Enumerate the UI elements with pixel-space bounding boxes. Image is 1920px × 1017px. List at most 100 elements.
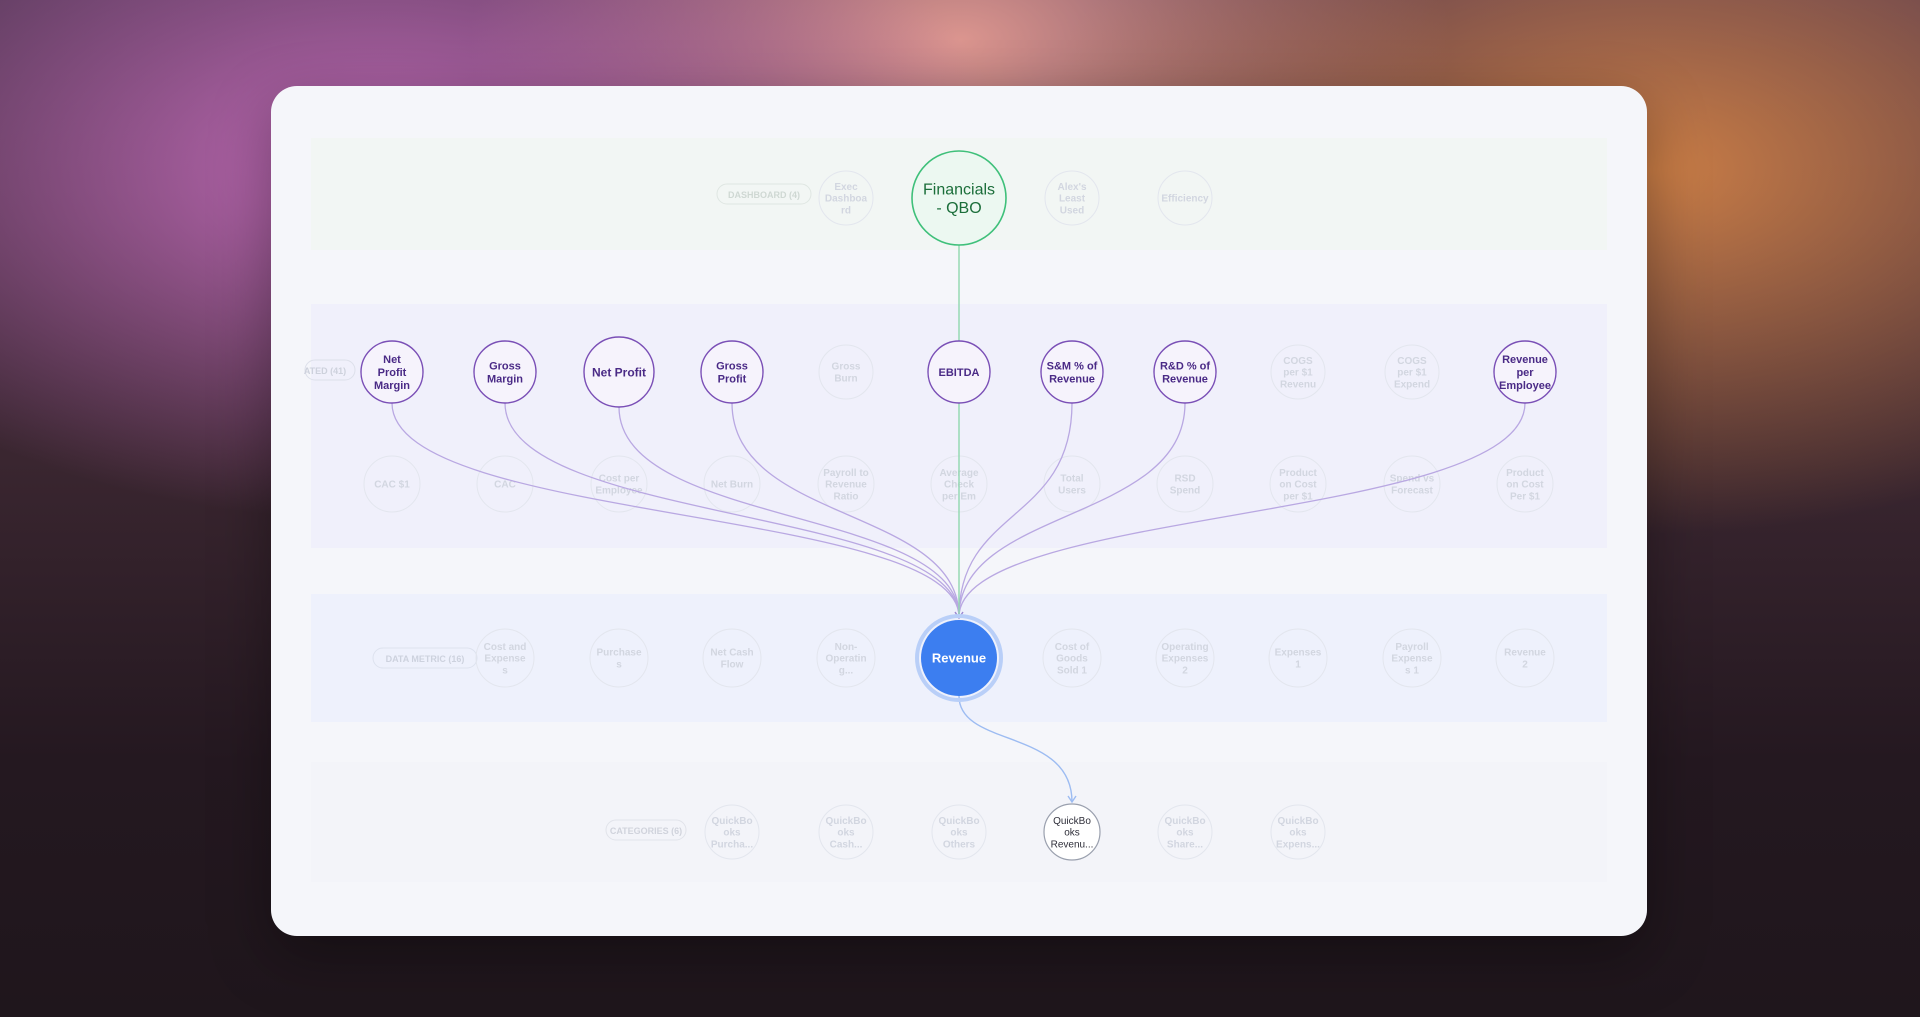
faded-node-label-line: per $1 (1283, 368, 1313, 379)
metric-node-label-line: per (1516, 367, 1534, 379)
data-node-quickbooks-revenue[interactable]: QuickBooksRevenu... (1043, 803, 1101, 861)
metric-node-s-m-of-revenue[interactable]: S&M % ofRevenue (1040, 340, 1104, 404)
layer-pill-categories-text: CATEGORIES (6) (610, 826, 682, 836)
faded-node-label-line: Non- (835, 642, 858, 653)
layer-pill-data-metric-text: DATA METRIC (16) (386, 654, 465, 664)
metric-node-label-line: S&M % of (1047, 360, 1098, 372)
faded-node-label-line: Operating (1161, 642, 1208, 653)
metric-node-label-line: EBITDA (939, 367, 980, 379)
faded-node-label-line: Product (1279, 468, 1317, 479)
faded-node-label-line: s 1 (1405, 665, 1419, 676)
faded-node-label-line: Revenu (1280, 379, 1316, 390)
faded-node-label-line: QuickBo (1164, 816, 1205, 827)
faded-node-label-line: Exec (834, 182, 858, 193)
faded-node-label-line: Alex's (1057, 182, 1087, 193)
faded-node-label-line: Others (943, 839, 976, 850)
faded-node-label-line: Revenue (1504, 648, 1546, 659)
faded-node-label-line: Least (1059, 194, 1086, 205)
faded-node-label-line: Forecast (1391, 486, 1433, 497)
faded-node-label-line: Cost of (1055, 642, 1090, 653)
faded-node-label-line: on Cost (1279, 480, 1317, 491)
metric-node-label-line: Margin (487, 373, 523, 385)
data-node-label-line: QuickBo (1053, 816, 1091, 827)
metric-node-label-line: R&D % of (1160, 360, 1210, 372)
metric-node-label-line: Revenue (1049, 373, 1095, 385)
source-node-label-line: Financials (923, 181, 995, 198)
faded-node-label-line: Spend (1170, 486, 1201, 497)
center-node-revenue[interactable]: Revenue (915, 614, 1003, 702)
faded-node-label-line: 2 (1182, 665, 1188, 676)
faded-node-label-line: Total (1060, 474, 1083, 485)
faded-node-label-line: COGS (1283, 356, 1313, 367)
faded-node-label-line: Sold 1 (1057, 665, 1087, 676)
faded-node-label-line: Payroll to (823, 468, 869, 479)
metric-node-gross-margin[interactable]: GrossMargin (473, 340, 537, 404)
metric-node-gross-profit[interactable]: GrossProfit (700, 340, 764, 404)
faded-node-label-line: Purchase (596, 648, 641, 659)
faded-node-label-line: Expense (484, 654, 526, 665)
faded-node-label-line: Per $1 (1510, 491, 1540, 502)
faded-node-label-line: Gross (832, 362, 861, 373)
faded-node-label-line: Purcha... (711, 839, 753, 850)
data-node-label-line: oks (1064, 828, 1080, 839)
metric-node-label-line: Margin (374, 380, 410, 392)
faded-node-label-line: 1 (1295, 660, 1301, 671)
faded-node-label-line: oks (723, 828, 741, 839)
faded-node-label-line: per $1 (1283, 491, 1313, 502)
faded-node-label-line: Operatin (825, 654, 866, 665)
data-node-label-line: Revenu... (1051, 839, 1094, 850)
lineage-canvas[interactable]: DASHBOARD (4) ATED (41) DATA METRIC (16)… (271, 86, 1647, 936)
faded-node-label-line: oks (837, 828, 855, 839)
metric-node-r-d-of-revenue[interactable]: R&D % ofRevenue (1153, 340, 1217, 404)
metric-node-label-line: Revenue (1502, 354, 1548, 366)
faded-node-label-line: per $1 (1397, 368, 1427, 379)
faded-node-label-line: on Cost (1506, 480, 1544, 491)
faded-node-label-line: RSD (1174, 474, 1195, 485)
center-node-label-line: Revenue (932, 651, 986, 666)
metric-node-net-profit[interactable]: Net Profit (583, 336, 655, 408)
faded-node-label-line: Burn (834, 374, 857, 385)
faded-node-label-line: QuickBo (1277, 816, 1318, 827)
faded-node-label-line: Cash... (830, 839, 863, 850)
faded-node-label-line: Payroll (1395, 642, 1429, 653)
faded-node-label-line: Expend (1394, 379, 1430, 390)
lineage-diagram: DASHBOARD (4) ATED (41) DATA METRIC (16)… (304, 138, 1607, 882)
faded-node-label-line: s (502, 665, 508, 676)
metric-node-label-line: Gross (716, 360, 748, 372)
faded-node-label-line: Cost and (484, 642, 527, 653)
faded-node-label-line: oks (1289, 828, 1307, 839)
faded-node-label-line: Share... (1167, 839, 1203, 850)
faded-node-label-line: COGS (1397, 356, 1427, 367)
metric-node-net-profit-margin[interactable]: NetProfitMargin (360, 340, 424, 404)
faded-node-label-line: Net Cash (710, 648, 753, 659)
layer-pill-dashboard-text: DASHBOARD (4) (728, 190, 800, 200)
faded-node-label-line: Used (1060, 205, 1084, 216)
faded-node-label-line: Flow (721, 660, 744, 671)
source-node-label-line: - QBO (936, 200, 981, 217)
metric-node-ebitda[interactable]: EBITDA (927, 340, 991, 404)
faded-node-label-line: Expense (1391, 654, 1433, 665)
metric-node-label-line: Net Profit (592, 365, 646, 379)
faded-node-label-line: Net Burn (711, 480, 753, 491)
faded-node-label-line: Goods (1056, 654, 1088, 665)
faded-node-label-line: rd (841, 205, 851, 216)
metric-node-label-line: Gross (489, 360, 521, 372)
faded-node-label-line: QuickBo (938, 816, 979, 827)
faded-node-label-line: Product (1506, 468, 1544, 479)
faded-node-label-line: Dashboa (825, 194, 868, 205)
faded-node-label-line: Efficiency (1161, 194, 1209, 205)
faded-node-label-line: Users (1058, 486, 1086, 497)
faded-node-label-line: CAC $1 (374, 480, 410, 491)
metric-node-label-line: Net (383, 354, 401, 366)
faded-node-label-line: Cost per (599, 474, 640, 485)
faded-node-label-line: 2 (1522, 660, 1528, 671)
faded-node-label-line: Expenses (1275, 648, 1322, 659)
faded-node-label-line: Revenue (825, 480, 867, 491)
faded-node-label-line: Expenses (1162, 654, 1209, 665)
metric-node-revenue-per-employee[interactable]: RevenueperEmployee (1493, 340, 1557, 404)
faded-node-label-line: oks (1176, 828, 1194, 839)
faded-node-label-line: Ratio (834, 491, 859, 502)
metric-node-label-line: Profit (378, 367, 407, 379)
source-node-financials-qbo[interactable]: Financials - QBO (911, 150, 1007, 246)
faded-node-label-line: QuickBo (825, 816, 866, 827)
